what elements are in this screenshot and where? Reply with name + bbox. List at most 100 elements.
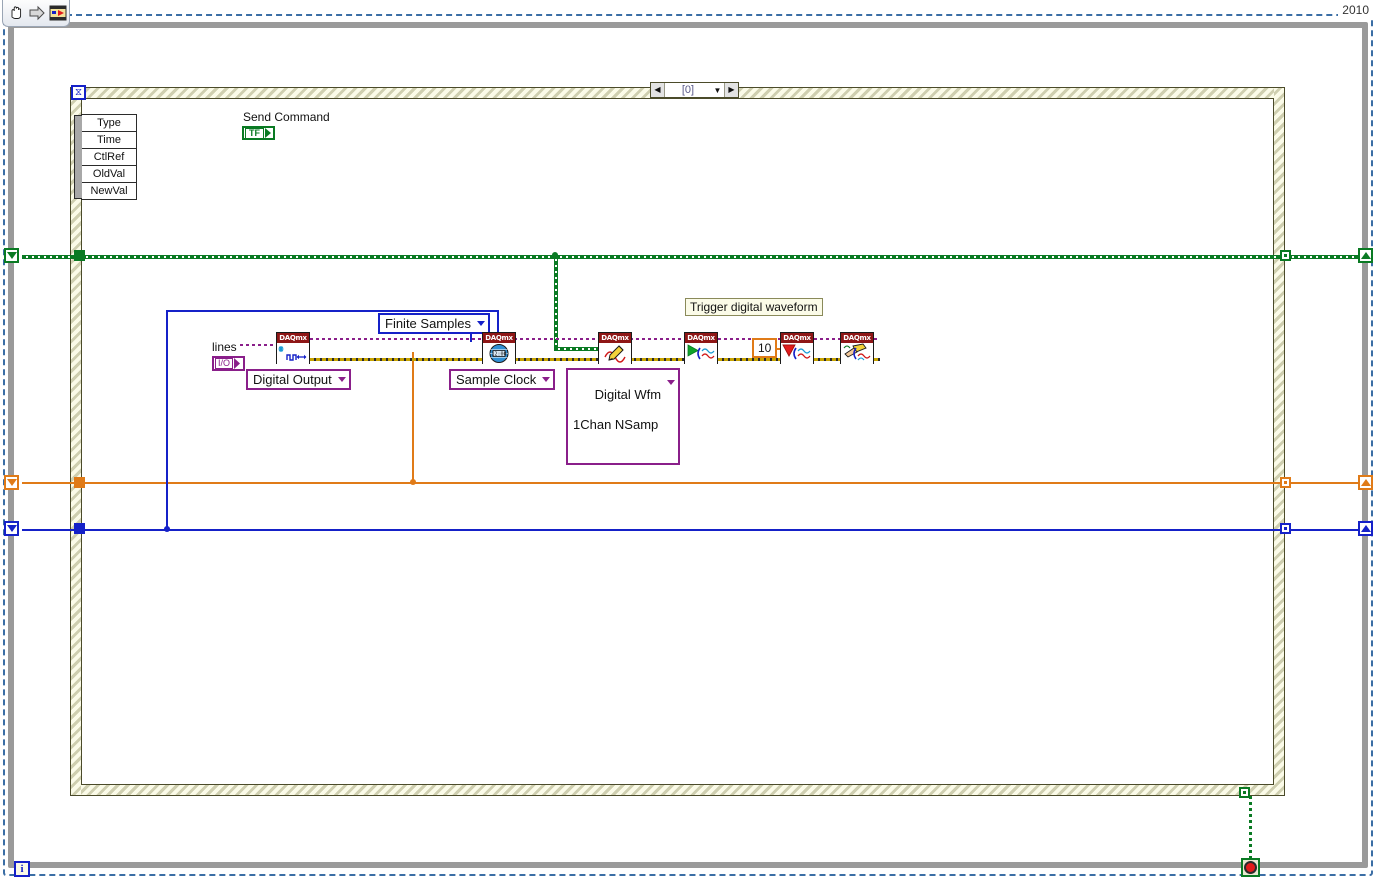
write-polymorphic-value: Digital Wfm 1Chan NSamp [573, 372, 661, 462]
event-data-row-time[interactable]: Time [82, 132, 136, 149]
daqmx-header-label: DAQmx [841, 333, 873, 343]
lines-label: lines [212, 340, 237, 354]
wire-error-bus-5 [814, 358, 840, 361]
daqmx-create-channel-node[interactable]: DAQmx [276, 332, 310, 365]
wire-task-bus-6 [874, 338, 880, 340]
wire-task-bus-2 [514, 338, 598, 340]
chevron-down-icon[interactable] [542, 377, 551, 382]
sample-mode-ring[interactable]: Finite Samples [378, 313, 490, 334]
physical-channel-type-value: Digital Output [253, 372, 332, 387]
daqmx-header-label: DAQmx [483, 333, 515, 343]
sample-mode-value: Finite Samples [385, 316, 471, 331]
event-frame-bottom-border [71, 785, 1284, 795]
wire-error-bus-1 [310, 358, 482, 361]
event-data-row-oldval[interactable]: OldVal [82, 166, 136, 183]
daqmx-header-label: DAQmx [599, 333, 631, 343]
pan-hand-icon[interactable] [7, 4, 25, 22]
event-data-row-type[interactable]: Type [82, 115, 136, 132]
daqmx-clear-task-icon [841, 343, 873, 365]
tunnel-right-boolean[interactable] [1280, 250, 1291, 261]
shift-register-left-integer[interactable] [4, 521, 19, 536]
wire-error-bus-4 [718, 358, 780, 361]
wire-integer-bus [22, 529, 1366, 531]
wire-task-bus-5 [814, 338, 840, 340]
event-frame-right-border [1274, 88, 1284, 795]
daqmx-clear-task-node[interactable]: DAQmx [840, 332, 874, 365]
case-dropdown-caret-icon[interactable]: ▼ [711, 83, 724, 97]
write-polymorphic-line2: 1Chan NSamp [573, 417, 659, 432]
event-timeout-terminal[interactable]: ⧖ [71, 85, 86, 100]
tunnel-right-numeric[interactable] [1280, 477, 1291, 488]
shift-register-right-numeric[interactable] [1358, 475, 1373, 490]
send-command-boolean-value: TF [245, 127, 264, 139]
case-next-arrow-icon[interactable]: ▶ [724, 83, 738, 97]
event-data-node[interactable]: Type Time CtlRef OldVal NewVal [74, 114, 137, 200]
event-data-row-newval[interactable]: NewVal [82, 183, 136, 199]
tunnel-left-numeric[interactable] [74, 477, 85, 488]
labview-block-diagram: 2010 ◀ [0] ▼ ▶ ⧖ Type Time CtlRef OldVal… [0, 0, 1379, 892]
shift-register-right-integer[interactable] [1358, 521, 1373, 536]
daqmx-start-task-node[interactable]: DAQmx [684, 332, 718, 365]
case-selector-value[interactable]: [0] [665, 83, 711, 97]
physical-channel-type-ring[interactable]: Digital Output [246, 369, 351, 390]
case-prev-arrow-icon[interactable]: ◀ [651, 83, 665, 97]
daqmx-wait-until-done-node[interactable]: DAQmx [780, 332, 814, 365]
stop-icon [1244, 861, 1257, 874]
labview-version-label: 2010 [1338, 3, 1373, 17]
terminal-nub-icon [234, 358, 241, 369]
wire-junction-integer [164, 526, 170, 532]
wire-error-bus-2 [514, 358, 598, 361]
wire-numeric-branch-vertical [412, 352, 414, 483]
chevron-down-icon[interactable] [476, 321, 485, 326]
svg-text:12:00: 12:00 [491, 351, 506, 357]
wire-boolean-branch-to-write [554, 347, 602, 351]
timing-type-ring[interactable]: Sample Clock [449, 369, 556, 390]
daqmx-timing-icon: 12:00 [483, 343, 515, 365]
daqmx-wait-until-done-icon [781, 343, 813, 365]
tunnel-left-integer[interactable] [74, 523, 85, 534]
tunnel-right-integer[interactable] [1280, 523, 1291, 534]
wire-junction-boolean [552, 252, 558, 258]
vi-icon[interactable] [49, 4, 67, 22]
wire-numeric-bus [22, 482, 1366, 484]
tunnel-bottom-stop[interactable] [1239, 787, 1250, 798]
daqmx-timing-node[interactable]: DAQmx 12:00 [482, 332, 516, 365]
write-polymorphic-ring[interactable]: Digital Wfm 1Chan NSamp [566, 368, 681, 465]
wire-stop-to-tunnel [1249, 796, 1252, 858]
terminal-nub-icon [265, 128, 271, 138]
lines-io-value: I/O [215, 358, 234, 369]
wire-boolean-bus [22, 255, 1366, 259]
event-data-row-ctlref[interactable]: CtlRef [82, 149, 136, 166]
event-case-selector[interactable]: ◀ [0] ▼ ▶ [650, 82, 739, 98]
daqmx-header-label: DAQmx [781, 333, 813, 343]
chevron-down-icon[interactable] [337, 377, 346, 382]
shift-register-right-boolean[interactable] [1358, 248, 1373, 263]
wire-integer-branch-vertical [166, 310, 168, 530]
arrow-right-icon[interactable] [28, 4, 46, 22]
lines-io-terminal[interactable]: I/O [212, 356, 245, 371]
event-data-node-handle[interactable] [74, 115, 82, 199]
daqmx-header-label: DAQmx [277, 333, 309, 343]
shift-register-left-boolean[interactable] [4, 248, 19, 263]
stop-button-terminal[interactable] [1241, 858, 1260, 877]
timing-type-value: Sample Clock [456, 372, 537, 387]
daqmx-write-node[interactable]: DAQmx [598, 332, 632, 365]
daqmx-write-icon [599, 343, 631, 365]
wire-task-bus-1 [310, 338, 482, 340]
send-command-label: Send Command [243, 110, 330, 124]
wire-junction-numeric [410, 479, 416, 485]
wire-boolean-branch-vertical [554, 255, 558, 350]
wire-error-bus-6 [874, 358, 880, 361]
write-polymorphic-line1: Digital Wfm [594, 387, 662, 402]
trigger-digital-waveform-label: Trigger digital waveform [685, 298, 823, 316]
diagram-toolbar [2, 0, 70, 27]
loop-iteration-terminal[interactable]: i [14, 861, 30, 877]
chevron-down-icon[interactable] [667, 380, 676, 385]
send-command-boolean-terminal[interactable]: TF [242, 126, 275, 140]
wire-integer-branch-top [166, 310, 499, 312]
tunnel-left-boolean[interactable] [74, 250, 85, 261]
daqmx-start-task-icon [685, 343, 717, 365]
wait-timeout-constant[interactable]: 10 [752, 338, 778, 358]
shift-register-left-numeric[interactable] [4, 475, 19, 490]
daqmx-create-channel-icon [277, 343, 309, 365]
